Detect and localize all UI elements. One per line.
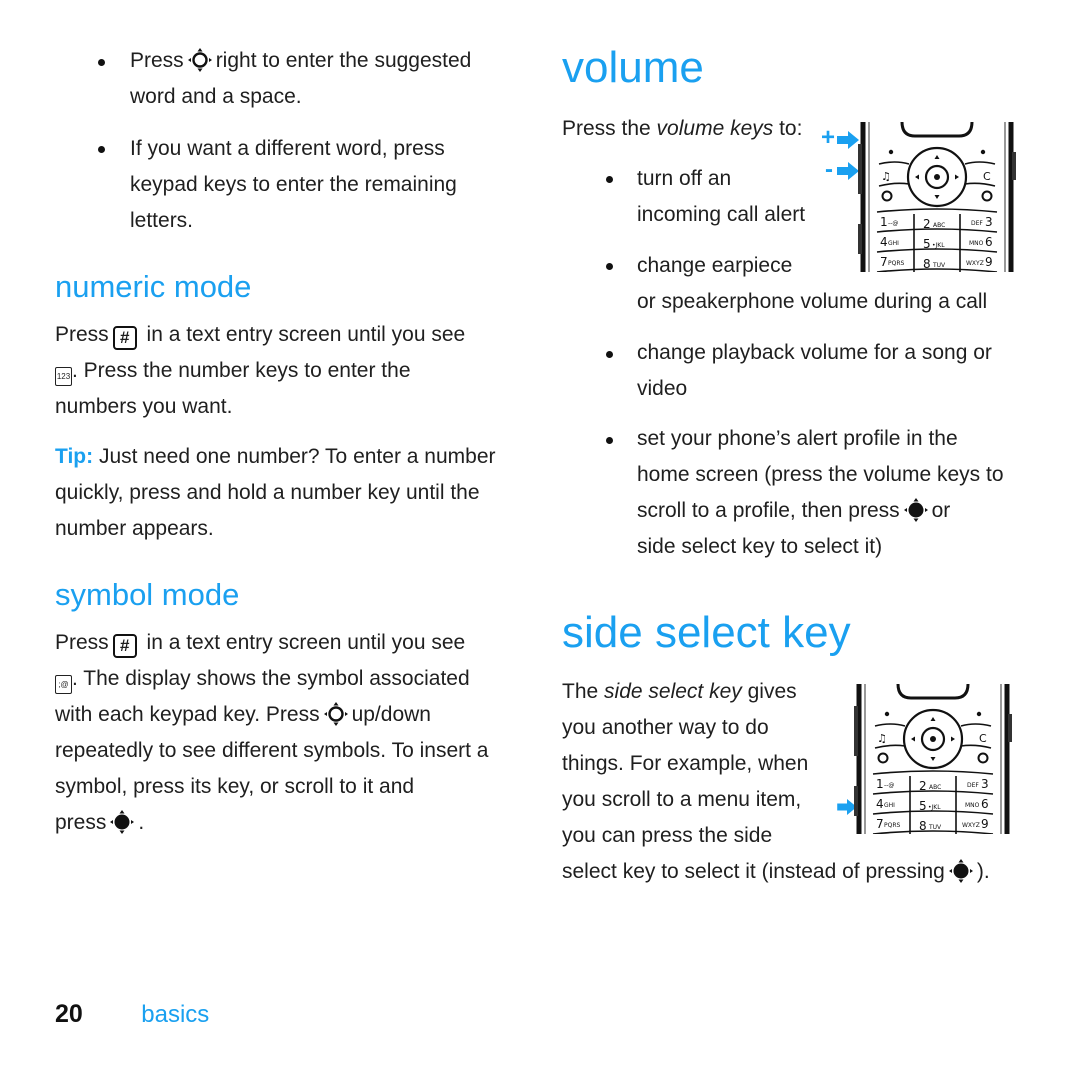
heading-numeric-mode: numeric mode (55, 269, 252, 304)
text: keypad keys to enter the remaining (130, 173, 457, 196)
bullet-dot (98, 146, 105, 153)
text: in a text entry screen until you see (146, 631, 466, 654)
emphasis-side-select-key: side select key (604, 680, 742, 703)
bullet-change-earpiece: change earpiece or speakerphone volume d… (637, 248, 987, 320)
text: Press (55, 631, 109, 654)
center-select-key-icon (948, 858, 974, 884)
volume-up-arrow-icon (837, 131, 859, 149)
text: Press (130, 49, 184, 72)
text: repeatedly to see different symbols. To … (55, 739, 489, 762)
text: or (931, 499, 951, 522)
text: up/down (351, 703, 431, 726)
text: Press the (562, 117, 657, 140)
pound-key-icon: # (112, 326, 137, 350)
numeric-mode-paragraph: Press # in a text entry screen until you … (55, 317, 525, 425)
text: incoming call alert (637, 203, 806, 226)
heading-side-select-key: side select key (562, 608, 851, 657)
text: The (562, 680, 605, 703)
volume-intro: Press the volume keys to: (562, 111, 802, 147)
text: turn off an (637, 167, 732, 190)
text: letters. (130, 209, 194, 232)
phone-side-select-illustration (835, 684, 1015, 834)
symbol-mode-indicator-icon: ;@ (55, 675, 72, 694)
phone-keypad-icon (853, 684, 1013, 834)
text: to: (773, 117, 803, 140)
text: . (138, 811, 145, 834)
text: select key to select it (instead of pres… (562, 860, 945, 883)
tip-label: Tip: (55, 445, 94, 468)
heading-symbol-mode: symbol mode (55, 577, 240, 612)
text: things. For example, when (562, 752, 809, 775)
bullet-different-word: If you want a different word, press keyp… (130, 131, 530, 239)
text: change playback volume for a song or (637, 341, 992, 364)
center-select-key-icon (109, 809, 135, 835)
text: with each keypad key. Press (55, 703, 320, 726)
nav-key-outline-icon (323, 701, 349, 727)
text: in a text entry screen until you see (146, 323, 466, 346)
bullet-suggested-word: Press right to enter the suggested word a… (130, 43, 530, 115)
text: number appears. (55, 517, 214, 540)
section-name: basics (141, 1001, 210, 1028)
text: . Press the number keys to enter the (72, 359, 411, 382)
bullet-dot (606, 176, 613, 183)
text: video (637, 377, 688, 400)
emphasis-volume-keys: volume keys (656, 117, 774, 140)
bullet-playback-volume: change playback volume for a song or vid… (637, 335, 992, 407)
text: set your phone’s alert profile in the (637, 427, 958, 450)
text: you can press the side (562, 824, 773, 847)
text: home screen (press the volume keys to (637, 463, 1004, 486)
text: scroll to a profile, then press (637, 499, 900, 522)
bullet-dot (606, 437, 613, 444)
text: press (55, 811, 107, 834)
bullet-alert-profile: set your phone’s alert profile in the ho… (637, 421, 1004, 565)
volume-down-arrow-icon (837, 162, 859, 180)
text: If you want a different word, press (130, 137, 445, 160)
tip-paragraph: Tip: Just need one number? To enter a nu… (55, 439, 535, 547)
text: ). (976, 860, 990, 883)
text: symbol, press its key, or scroll to it a… (55, 775, 415, 798)
symbol-mode-paragraph: Press # in a text entry screen until you … (55, 625, 535, 841)
bullet-dot (606, 351, 613, 358)
text: gives (741, 680, 797, 703)
text: Just need one number? To enter a number (98, 445, 496, 468)
heading-volume: volume (562, 43, 704, 92)
center-select-key-icon (903, 497, 929, 523)
text: quickly, press and hold a number key unt… (55, 481, 480, 504)
text: numbers you want. (55, 395, 233, 418)
page-footer: 20 basics (55, 1000, 209, 1029)
text: side select key to select it) (637, 535, 883, 558)
text: change earpiece (637, 254, 793, 277)
bullet-dot (98, 59, 105, 66)
bullet-turn-off-alert: turn off an incoming call alert (637, 161, 805, 233)
text: . The display shows the symbol associate… (72, 667, 470, 690)
text: you another way to do (562, 716, 769, 739)
text: word and a space. (130, 85, 302, 108)
text: right to enter the suggested (215, 49, 472, 72)
nav-key-outline-icon (187, 47, 213, 73)
volume-down-label: - (825, 156, 833, 183)
bullet-dot (606, 263, 613, 270)
volume-up-label: + (821, 124, 836, 151)
pound-key-icon: # (112, 634, 137, 658)
page-number: 20 (55, 1000, 83, 1028)
text: or speakerphone volume during a call (637, 290, 988, 313)
text: you scroll to a menu item, (562, 788, 802, 811)
numeric-mode-indicator-icon: 123 (55, 367, 72, 386)
text: Press (55, 323, 109, 346)
